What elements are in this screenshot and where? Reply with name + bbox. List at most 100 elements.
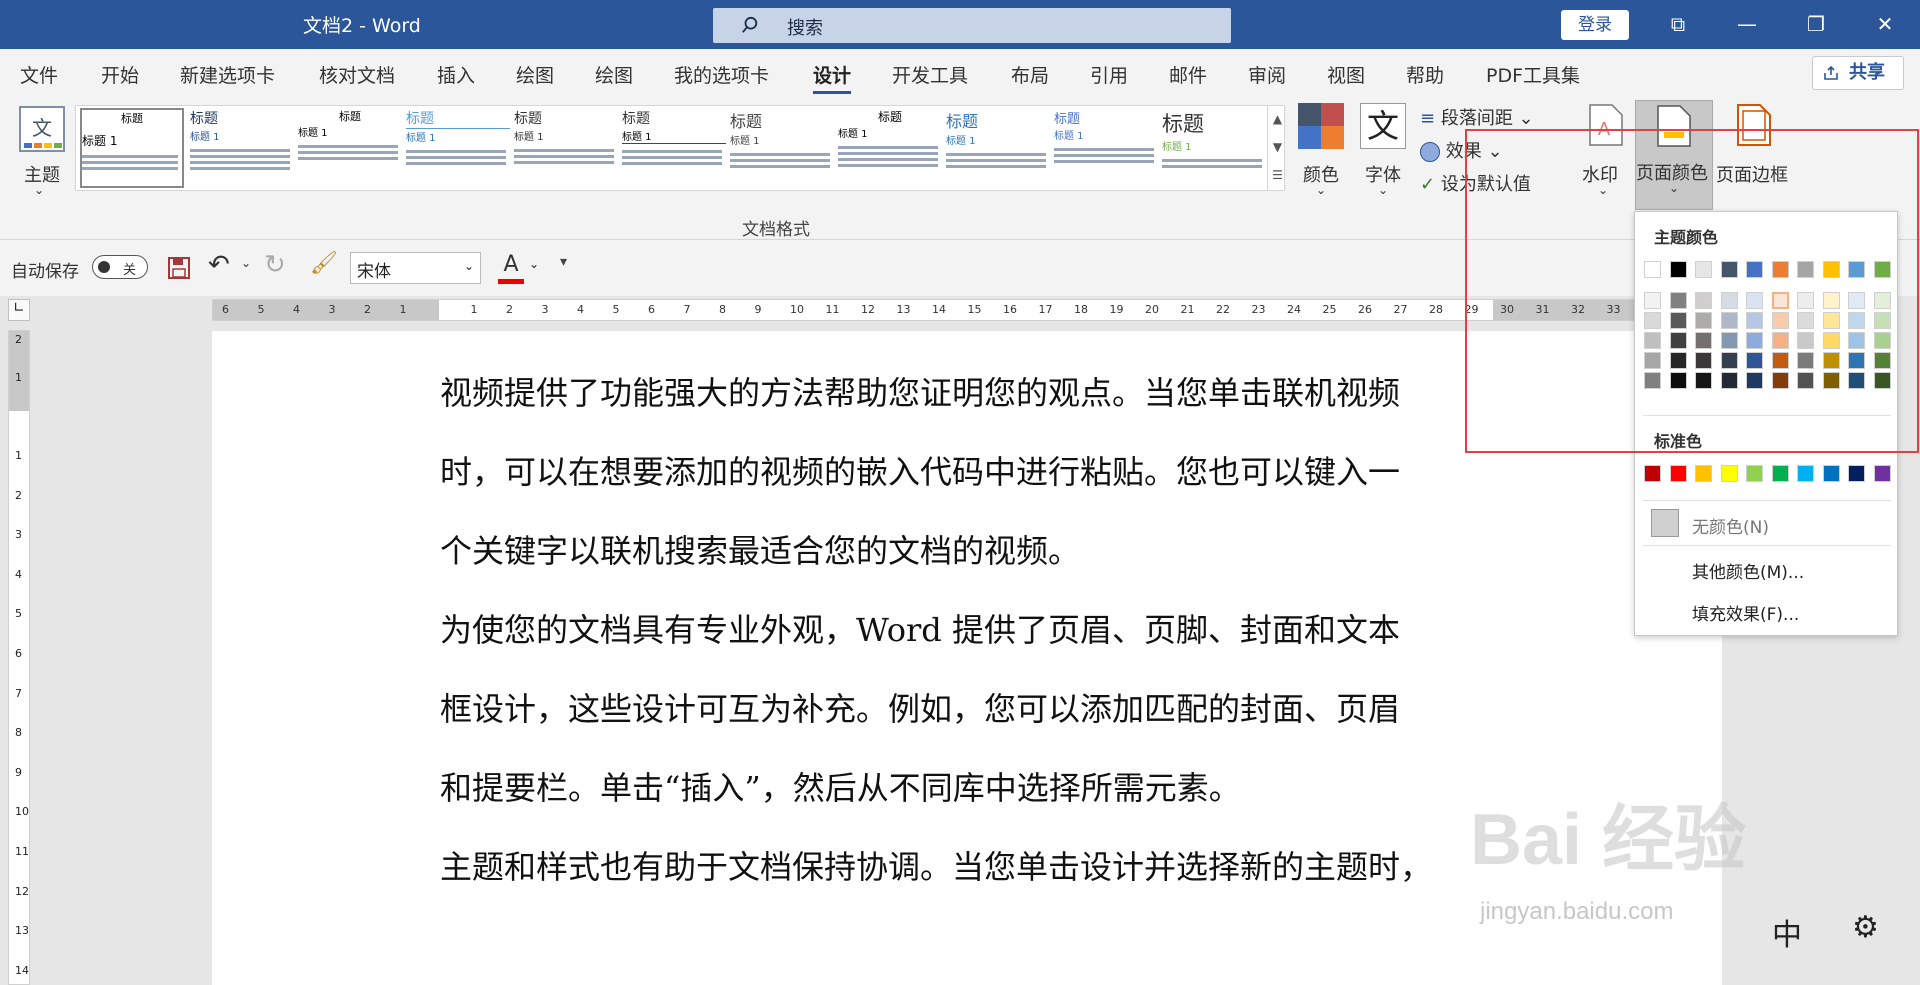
tab-selector-icon[interactable]: ∟ bbox=[8, 299, 30, 321]
theme-color-shade-swatch[interactable] bbox=[1746, 292, 1763, 309]
theme-color-swatch[interactable] bbox=[1848, 261, 1865, 278]
theme-color-shade-swatch[interactable] bbox=[1746, 312, 1763, 329]
tab-help[interactable]: 帮助 bbox=[1406, 61, 1444, 88]
theme-color-shade-swatch[interactable] bbox=[1797, 372, 1814, 389]
theme-color-shade-swatch[interactable] bbox=[1822, 372, 1840, 389]
theme-color-shade-swatch[interactable] bbox=[1695, 372, 1712, 389]
themes-button[interactable]: 文 主题 ⌄ bbox=[14, 103, 70, 203]
theme-color-shade-swatch[interactable] bbox=[1873, 372, 1891, 389]
vertical-ruler[interactable]: 2 1 1 2 3 4 5 6 7 8 9 10 11 12 13 14 bbox=[8, 330, 30, 985]
horizontal-ruler[interactable]: 6 5 4 3 2 1 1 2 3 4 5 6 7 8 9 10 11 12 13 14 15 16 17 18 19 20 21 2… bbox=[212, 299, 1862, 321]
tab-insert[interactable]: 插入 bbox=[437, 61, 475, 88]
theme-color-shade-swatch[interactable] bbox=[1873, 312, 1891, 329]
tab-developer[interactable]: 开发工具 bbox=[892, 61, 968, 88]
theme-color-shade-swatch[interactable] bbox=[1746, 372, 1763, 389]
gallery-expand-icon[interactable]: ☰ bbox=[1268, 161, 1287, 189]
tab-design[interactable]: 设计 bbox=[813, 61, 852, 94]
theme-color-shade-swatch[interactable] bbox=[1797, 312, 1814, 329]
page-border-button[interactable]: 页面边框 bbox=[1716, 103, 1792, 203]
theme-color-shade-swatch[interactable] bbox=[1822, 292, 1840, 309]
tab-mailings[interactable]: 邮件 bbox=[1169, 61, 1207, 88]
effects-button[interactable]: 效果 ⌄ bbox=[1420, 137, 1503, 163]
tab-references[interactable]: 引用 bbox=[1090, 61, 1128, 88]
search-box[interactable]: 搜索 bbox=[713, 8, 1231, 43]
style-set-item[interactable]: 标题 标题 1 bbox=[1162, 108, 1266, 188]
standard-color-swatch[interactable] bbox=[1848, 465, 1865, 482]
theme-color-shade-swatch[interactable] bbox=[1695, 332, 1712, 349]
standard-color-swatch[interactable] bbox=[1669, 465, 1687, 482]
theme-color-shade-swatch[interactable] bbox=[1771, 372, 1789, 389]
theme-color-swatch[interactable] bbox=[1669, 261, 1687, 278]
page-color-button[interactable]: 页面颜色 ⌄ bbox=[1635, 100, 1713, 210]
theme-color-shade-swatch[interactable] bbox=[1797, 332, 1814, 349]
login-button[interactable]: 登录 bbox=[1561, 10, 1629, 40]
format-painter-icon[interactable]: 🖌 bbox=[310, 251, 338, 276]
theme-color-shade-swatch[interactable] bbox=[1771, 352, 1789, 369]
watermark-button[interactable]: A 水印 ⌄ bbox=[1582, 103, 1632, 203]
style-set-item[interactable]: 标题 标题 1 bbox=[190, 108, 294, 188]
theme-color-shade-swatch[interactable] bbox=[1848, 352, 1865, 369]
theme-color-shade-swatch[interactable] bbox=[1695, 312, 1712, 329]
theme-color-shade-swatch[interactable] bbox=[1873, 292, 1891, 309]
standard-color-swatch[interactable] bbox=[1771, 465, 1789, 482]
style-set-item[interactable]: 标题 标题 1 bbox=[946, 108, 1050, 188]
close-icon[interactable]: ✕ bbox=[1857, 0, 1913, 49]
document-page[interactable]: 视频提供了功能强大的方法帮助您证明您的观点。当您单击联机视频 时，可以在想要添加… bbox=[212, 331, 1722, 985]
tab-my-tab[interactable]: 我的选项卡 bbox=[674, 61, 769, 88]
customize-qat-icon[interactable]: ▾ bbox=[560, 254, 567, 270]
theme-color-shade-swatch[interactable] bbox=[1720, 372, 1738, 389]
theme-color-shade-swatch[interactable] bbox=[1771, 312, 1789, 329]
style-set-item[interactable]: 标题 标题 1 bbox=[622, 108, 726, 188]
standard-color-swatch[interactable] bbox=[1746, 465, 1763, 482]
tab-draw-1[interactable]: 绘图 bbox=[516, 61, 554, 88]
theme-color-shade-swatch[interactable] bbox=[1848, 332, 1865, 349]
font-color-button[interactable]: A bbox=[498, 252, 524, 284]
theme-color-shade-swatch[interactable] bbox=[1669, 372, 1687, 389]
theme-color-shade-swatch[interactable] bbox=[1669, 332, 1687, 349]
theme-color-shade-swatch[interactable] bbox=[1644, 292, 1661, 309]
theme-color-shade-swatch[interactable] bbox=[1669, 292, 1687, 309]
theme-color-shade-swatch[interactable] bbox=[1797, 292, 1814, 309]
theme-color-shade-swatch[interactable] bbox=[1669, 352, 1687, 369]
gallery-scroll-up-icon[interactable]: ▲ bbox=[1268, 105, 1287, 133]
style-set-item[interactable]: 标题 标题 1 bbox=[80, 108, 184, 188]
undo-dropdown-icon[interactable]: ⌄ bbox=[241, 256, 251, 270]
theme-color-swatch[interactable] bbox=[1695, 261, 1712, 278]
tab-new-tab[interactable]: 新建选项卡 bbox=[180, 61, 275, 88]
theme-color-shade-swatch[interactable] bbox=[1695, 292, 1712, 309]
style-set-item[interactable]: 标题 标题 1 bbox=[406, 108, 510, 188]
tab-home[interactable]: 开始 bbox=[101, 61, 139, 88]
theme-color-shade-swatch[interactable] bbox=[1644, 372, 1661, 389]
theme-color-shade-swatch[interactable] bbox=[1771, 292, 1789, 309]
standard-color-swatch[interactable] bbox=[1644, 465, 1661, 482]
theme-color-shade-swatch[interactable] bbox=[1848, 292, 1865, 309]
more-colors-item[interactable]: 其他颜色(M)... bbox=[1692, 558, 1804, 583]
fill-effects-item[interactable]: 填充效果(F)... bbox=[1692, 600, 1799, 625]
theme-color-swatch[interactable] bbox=[1797, 261, 1814, 278]
tab-review[interactable]: 审阅 bbox=[1248, 61, 1286, 88]
theme-color-shade-swatch[interactable] bbox=[1669, 312, 1687, 329]
tab-view[interactable]: 视图 bbox=[1327, 61, 1365, 88]
standard-color-swatch[interactable] bbox=[1822, 465, 1840, 482]
tab-review-doc[interactable]: 核对文档 bbox=[319, 61, 395, 88]
style-set-item[interactable]: 标题 标题 1 bbox=[838, 108, 942, 188]
share-button[interactable]: 共享 bbox=[1812, 56, 1904, 90]
theme-color-shade-swatch[interactable] bbox=[1695, 352, 1712, 369]
fonts-button[interactable]: 文 字体 ⌄ bbox=[1360, 103, 1410, 203]
theme-color-swatch[interactable] bbox=[1771, 261, 1789, 278]
restore-icon[interactable]: ❐ bbox=[1788, 0, 1844, 49]
theme-color-shade-swatch[interactable] bbox=[1848, 312, 1865, 329]
font-name-select[interactable]: 宋体 ⌄ bbox=[350, 252, 481, 284]
standard-color-swatch[interactable] bbox=[1797, 465, 1814, 482]
autosave-toggle[interactable]: 关 bbox=[92, 255, 148, 279]
standard-color-swatch[interactable] bbox=[1695, 465, 1712, 482]
theme-color-swatch[interactable] bbox=[1822, 261, 1840, 278]
paragraph-spacing-button[interactable]: ≡ 段落间距 ⌄ bbox=[1420, 104, 1534, 130]
theme-color-shade-swatch[interactable] bbox=[1873, 352, 1891, 369]
theme-color-swatch[interactable] bbox=[1644, 261, 1661, 278]
tab-draw-2[interactable]: 绘图 bbox=[595, 61, 633, 88]
redo-icon[interactable]: ↻ bbox=[264, 250, 286, 280]
theme-color-swatch[interactable] bbox=[1746, 261, 1763, 278]
theme-color-shade-swatch[interactable] bbox=[1644, 332, 1661, 349]
tab-file[interactable]: 文件 bbox=[20, 61, 58, 88]
